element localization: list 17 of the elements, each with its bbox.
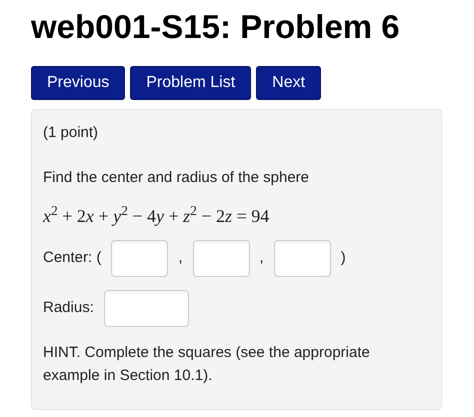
answer-field[interactable] (192, 240, 250, 277)
equation: x$^{2}$ + 2x + y$^{2}$ − 4y + z$^{2}$ − 2z = 94 (43, 203, 270, 228)
center-label: Center: ( (43, 248, 102, 268)
question-text: Find the center and radius of the sphere (43, 168, 310, 188)
nav-button[interactable]: Next (256, 66, 322, 100)
answer-field[interactable] (274, 240, 331, 277)
comma-text: , (260, 248, 264, 268)
nav-button[interactable]: Problem List (130, 66, 252, 100)
close-paren-text: ) (340, 248, 346, 268)
nav-button[interactable]: Previous (31, 66, 126, 100)
comma-text: , (178, 248, 183, 268)
answer-field[interactable] (104, 290, 189, 327)
answer-field[interactable] (111, 240, 168, 277)
page-title: web001-S15: Problem 6 (31, 7, 401, 43)
points-text: (1 point) (43, 123, 100, 143)
radius-label: Radius: (43, 298, 94, 318)
hint-text: HINT. Complete the squares (see the appropriate example in Section 10.1). (43, 343, 371, 386)
